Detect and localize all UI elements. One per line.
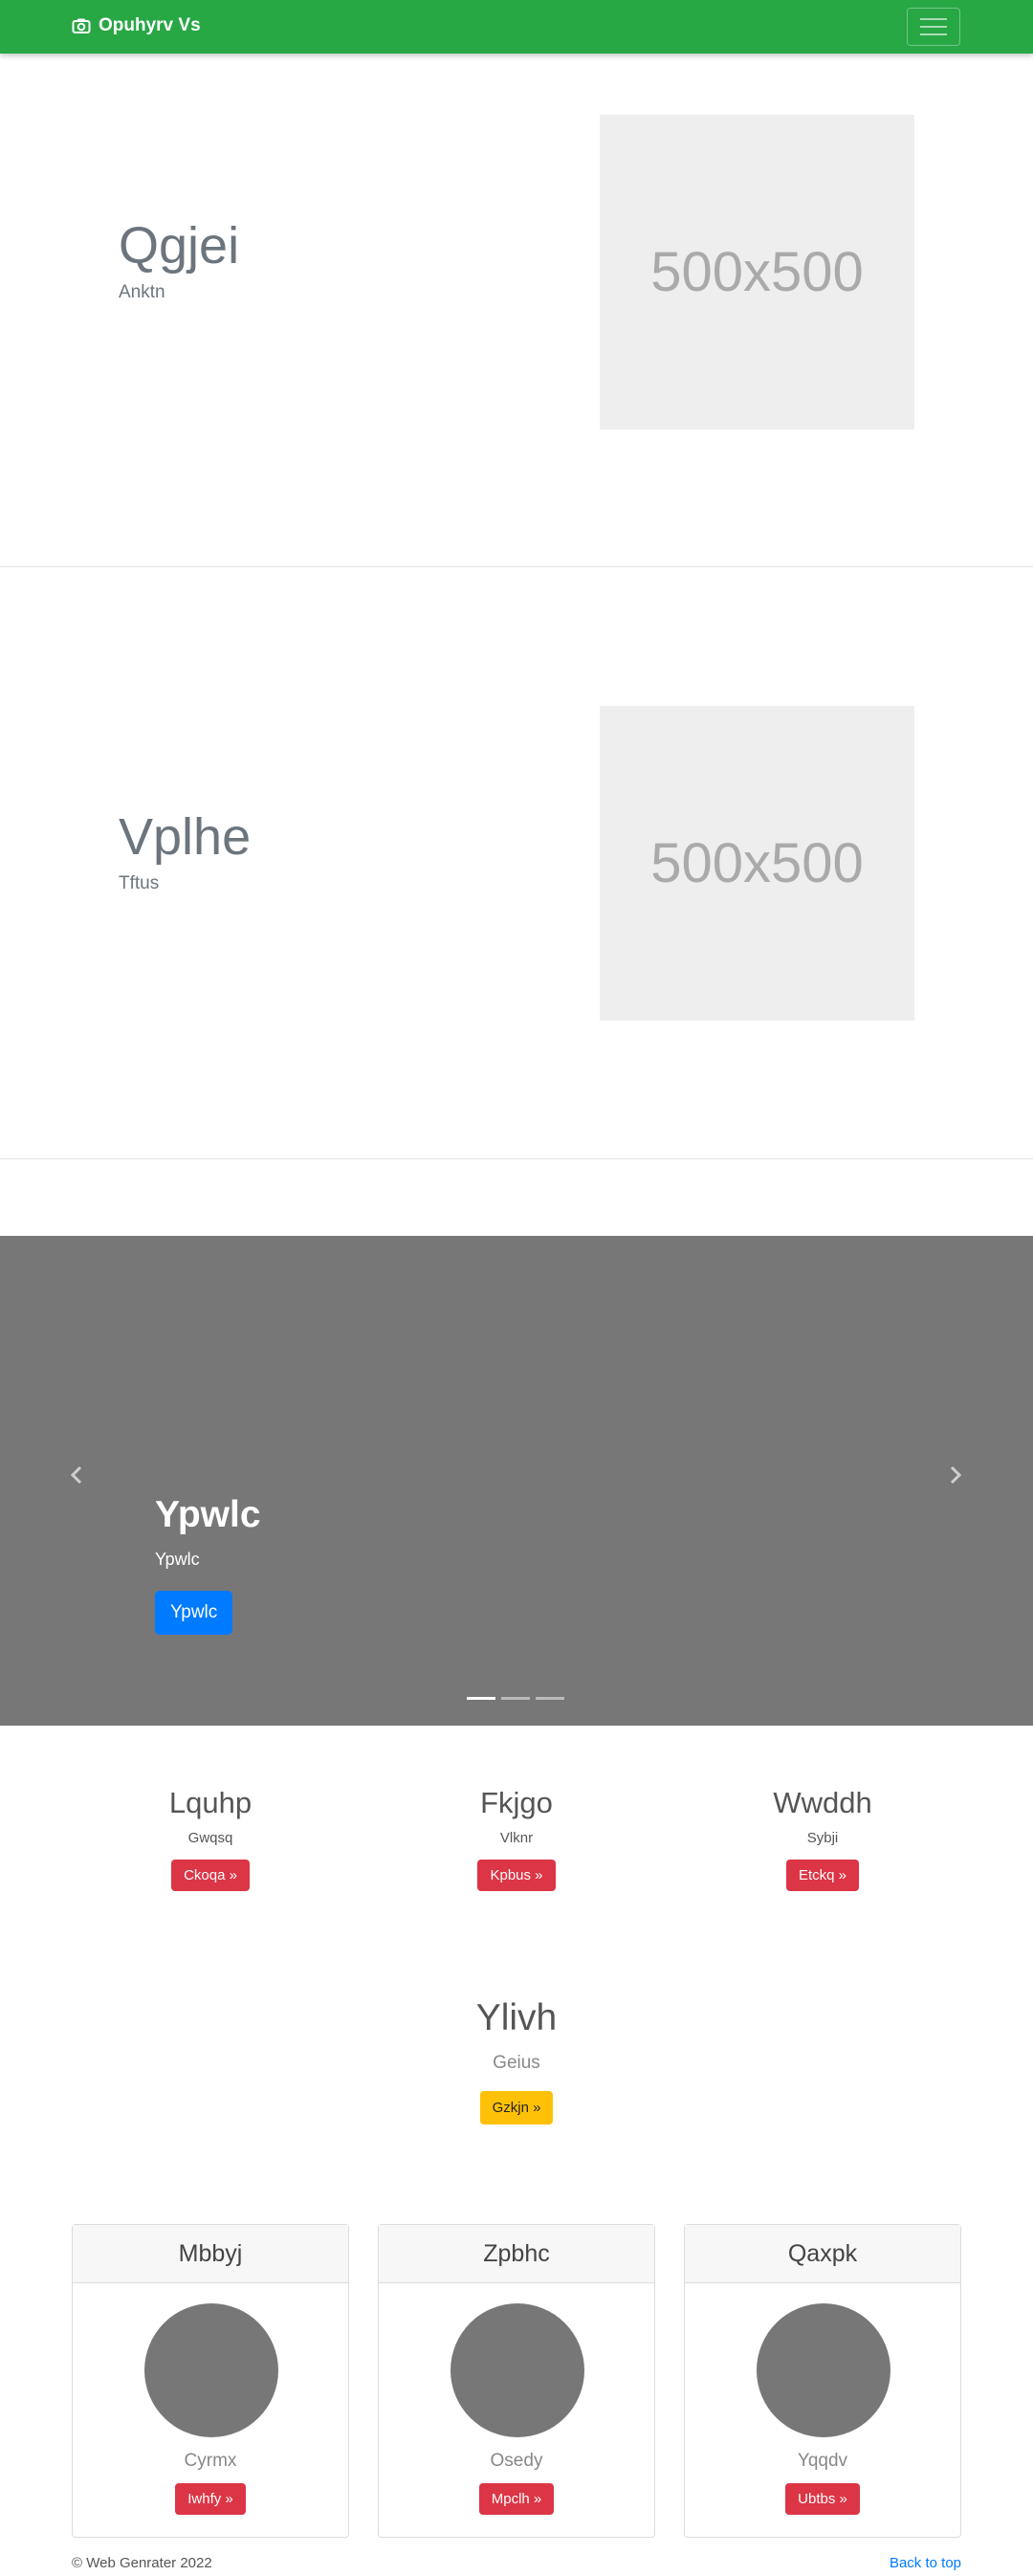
carousel-indicator-3[interactable] <box>536 1697 564 1700</box>
brand-name: Opuhyrv Vs <box>99 15 201 35</box>
marketing-column: Wwddh Sybji Etckq » <box>679 1786 966 1891</box>
column-subtext: Vlknr <box>499 1830 534 1846</box>
marketing-column: Fkjgo Vlknr Kpbus » <box>373 1786 660 1891</box>
featurette-heading: Vplhe <box>119 808 252 866</box>
column-heading: Lquhp <box>168 1786 253 1819</box>
card-button[interactable]: Iwhfy » <box>175 2483 246 2515</box>
carousel: Ypwlc Ypwlc Ypwlc <box>0 1236 1033 1726</box>
featurette-image-placeholder: 500x500 <box>600 115 914 429</box>
card-button[interactable]: Ubtbs » <box>785 2483 860 2515</box>
card-header: Zpbhc <box>379 2225 654 2283</box>
profile-card: Zpbhc Osedy Mpclh » <box>378 2224 655 2538</box>
column-button[interactable]: Etckq » <box>785 1860 860 1891</box>
featurette-subtext: Anktn <box>119 282 165 302</box>
profile-card: Mbbyj Cyrmx Iwhfy » <box>72 2224 349 2538</box>
carousel-caption: Ypwlc Ypwlc Ypwlc <box>155 1494 261 1635</box>
avatar <box>144 2303 278 2437</box>
carousel-indicator-1[interactable] <box>467 1697 495 1700</box>
column-button[interactable]: Kpbus » <box>477 1860 556 1891</box>
featurette-heading: Qgjei <box>119 217 240 275</box>
avatar <box>757 2303 890 2437</box>
carousel-subtitle: Ypwlc <box>155 1550 200 1569</box>
card-name: Cyrmx <box>184 2451 237 2471</box>
center-heading: Ylivh <box>475 1997 558 2038</box>
featurette-subtext: Tftus <box>119 873 160 893</box>
avatar <box>451 2303 584 2437</box>
camera-icon <box>72 18 91 33</box>
card-button[interactable]: Mpclh » <box>478 2483 555 2515</box>
navbar: Opuhyrv Vs <box>0 0 1033 54</box>
column-heading: Wwddh <box>773 1786 872 1819</box>
center-button[interactable]: Gzkjn » <box>479 2091 554 2125</box>
column-heading: Fkjgo <box>480 1786 553 1819</box>
chevron-left-icon <box>70 1465 82 1485</box>
featurette-image-placeholder: 500x500 <box>600 706 914 1021</box>
brand-link[interactable]: Opuhyrv Vs <box>72 15 201 36</box>
card-header: Qaxpk <box>685 2225 960 2283</box>
profile-card: Qaxpk Yqqdv Ubtbs » <box>684 2224 961 2538</box>
card-header: Mbbyj <box>73 2225 348 2283</box>
card-name: Yqqdv <box>797 2451 848 2471</box>
carousel-prev-button[interactable] <box>62 1461 91 1489</box>
featurette-divider <box>0 566 1033 567</box>
column-subtext: Gwqsq <box>187 1830 233 1846</box>
center-block: Ylivh Geius Gzkjn » <box>0 1997 1033 2125</box>
chevron-right-icon <box>950 1465 962 1485</box>
featurette-divider <box>0 1158 1033 1159</box>
hamburger-icon <box>920 18 947 20</box>
card-name: Osedy <box>490 2451 543 2471</box>
carousel-button[interactable]: Ypwlc <box>155 1591 233 1635</box>
footer-copyright: © Web Genrater 2022 <box>72 2555 212 2571</box>
carousel-indicators <box>467 1697 564 1700</box>
navbar-toggler-button[interactable] <box>907 8 960 46</box>
marketing-column: Lquhp Gwqsq Ckoqa » <box>67 1786 354 1891</box>
back-to-top-link[interactable]: Back to top <box>890 2555 961 2571</box>
carousel-indicator-2[interactable] <box>501 1697 530 1700</box>
carousel-title: Ypwlc <box>155 1494 261 1535</box>
center-subtext: Geius <box>493 2053 540 2073</box>
column-subtext: Sybji <box>806 1830 839 1846</box>
carousel-next-button[interactable] <box>941 1461 970 1489</box>
column-button[interactable]: Ckoqa » <box>171 1860 250 1891</box>
